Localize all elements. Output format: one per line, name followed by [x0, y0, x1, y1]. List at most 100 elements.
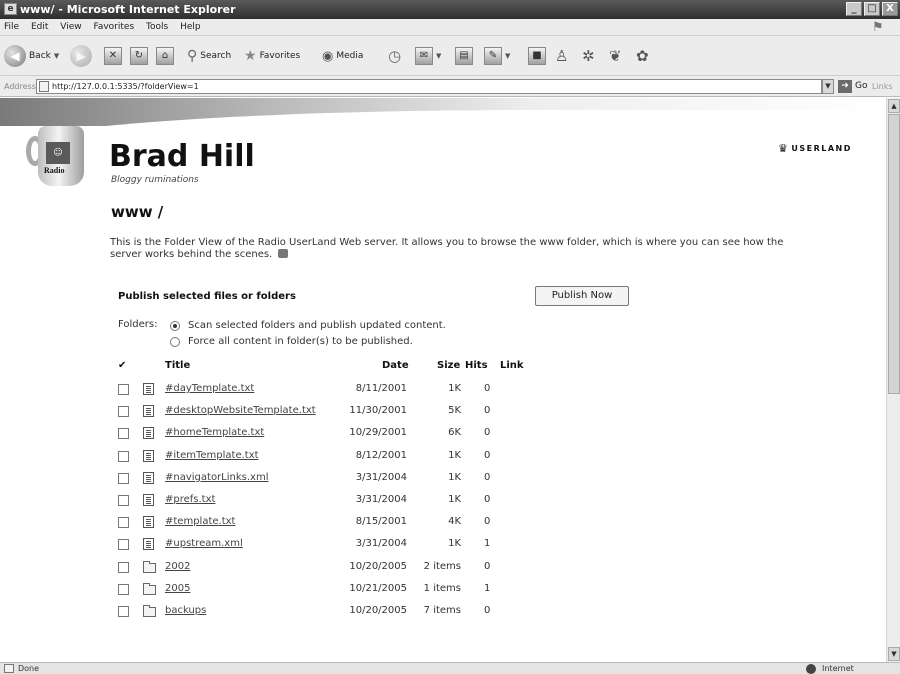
- back-button[interactable]: ◀ Back ▼: [4, 44, 59, 68]
- addon-button[interactable]: ❦: [609, 44, 622, 68]
- maximize-button[interactable]: □: [864, 2, 880, 16]
- row-hits: 0: [484, 383, 491, 394]
- row-date: 3/31/2004: [355, 494, 407, 505]
- home-button[interactable]: ⌂: [156, 44, 174, 68]
- row-title-link[interactable]: #prefs.txt: [165, 494, 215, 505]
- row-date: 10/21/2005: [349, 582, 407, 594]
- window-title: www/ - Microsoft Internet Explorer: [20, 3, 236, 16]
- row-hits: 1: [484, 538, 491, 550]
- row-size: 1K: [448, 449, 461, 461]
- site-title[interactable]: Brad Hill: [109, 139, 255, 174]
- research-button[interactable]: ✲: [582, 44, 595, 68]
- row-title-link[interactable]: 2005: [165, 583, 190, 594]
- address-input[interactable]: http://127.0.0.1:5335/?folderView=1: [36, 79, 822, 94]
- publish-now-button[interactable]: Publish Now: [535, 286, 629, 306]
- address-dropdown-chevron-icon[interactable]: ▼: [822, 79, 834, 94]
- print-button[interactable]: ▤: [455, 44, 473, 68]
- row-checkbox[interactable]: [118, 384, 129, 395]
- menu-edit[interactable]: Edit: [31, 22, 48, 32]
- row-size: 4K: [448, 516, 461, 528]
- row-title-link[interactable]: #upstream.xml: [165, 538, 243, 549]
- row-checkbox[interactable]: [118, 517, 129, 529]
- row-title-link[interactable]: #itemTemplate.txt: [165, 450, 259, 461]
- radio-force[interactable]: [170, 336, 180, 347]
- close-button[interactable]: X: [882, 2, 898, 16]
- history-button[interactable]: ◷: [388, 44, 401, 68]
- page-icon: [39, 81, 49, 92]
- row-checkbox[interactable]: [118, 428, 129, 440]
- row-checkbox[interactable]: [118, 450, 129, 462]
- row-date: 3/31/2004: [355, 538, 407, 550]
- discuss-button[interactable]: ■: [528, 44, 546, 68]
- row-title-link[interactable]: backups: [165, 605, 206, 616]
- row-hits: 0: [484, 471, 491, 483]
- standard-toolbar: ◀ Back ▼ ▶ ✕ ↻ ⌂ ⚲ Search ★ Favorites ◉ …: [0, 36, 900, 76]
- address-bar: Address http://127.0.0.1:5335/?folderVie…: [0, 76, 900, 97]
- radio-scan-option[interactable]: Scan selected folders and publish update…: [170, 320, 446, 331]
- zone-text: Internet: [822, 664, 854, 673]
- row-hits: 0: [484, 516, 491, 528]
- header-check-icon: ✔: [118, 360, 127, 371]
- links-label[interactable]: Links: [872, 76, 893, 97]
- menu-file[interactable]: File: [4, 22, 19, 32]
- search-label: Search: [200, 51, 232, 61]
- row-checkbox[interactable]: [118, 561, 129, 573]
- favorites-button[interactable]: ★ Favorites: [244, 44, 300, 68]
- table-row: #homeTemplate.txt 10/29/2001 6K 0: [0, 424, 886, 446]
- intro-paragraph: This is the Folder View of the Radio Use…: [110, 237, 810, 261]
- mail-icon: ✉: [415, 47, 433, 65]
- row-date: 10/20/2005: [349, 605, 407, 616]
- table-row: #dayTemplate.txt 8/11/2001 1K 0: [0, 380, 886, 402]
- menu-favorites[interactable]: Favorites: [93, 22, 134, 32]
- header-date: Date: [382, 360, 409, 371]
- help-icon[interactable]: [278, 249, 289, 258]
- window-titlebar: e www/ - Microsoft Internet Explorer _ □…: [0, 0, 900, 19]
- table-row: #template.txt 8/15/2001 4K 0: [0, 513, 886, 535]
- document-icon: [143, 383, 154, 395]
- row-checkbox[interactable]: [118, 539, 129, 551]
- refresh-button[interactable]: ↻: [130, 44, 148, 68]
- row-hits: 0: [484, 560, 491, 572]
- scroll-down-icon[interactable]: ▼: [888, 647, 900, 661]
- stop-button[interactable]: ✕: [104, 44, 122, 68]
- row-title-link[interactable]: 2002: [165, 561, 190, 572]
- row-title-link[interactable]: #desktopWebsiteTemplate.txt: [165, 405, 316, 416]
- header-size: Size: [437, 360, 461, 371]
- minimize-button[interactable]: _: [846, 2, 862, 16]
- header-hits: Hits: [465, 360, 488, 371]
- radio-scan-label: Scan selected folders and publish update…: [188, 320, 446, 331]
- row-date: 3/31/2004: [355, 471, 407, 483]
- table-row: 2002 10/20/2005 2 items 0: [0, 558, 886, 580]
- row-title-link[interactable]: #navigatorLinks.xml: [165, 472, 268, 483]
- media-button[interactable]: ◉ Media: [322, 44, 363, 68]
- row-title-link[interactable]: #homeTemplate.txt: [165, 427, 264, 438]
- row-checkbox[interactable]: [118, 495, 129, 506]
- messenger-button[interactable]: ♙: [555, 44, 568, 68]
- row-checkbox[interactable]: [118, 606, 129, 617]
- scroll-thumb[interactable]: [888, 114, 900, 394]
- radio-force-option[interactable]: Force all content in folder(s) to be pub…: [170, 336, 413, 347]
- media-icon: ◉: [322, 48, 334, 64]
- vertical-scrollbar[interactable]: ▲ ▼: [886, 98, 900, 662]
- media-label: Media: [336, 51, 364, 61]
- row-size: 7 items: [423, 605, 461, 616]
- addon2-button[interactable]: ✿: [636, 44, 649, 68]
- header-title: Title: [165, 360, 191, 371]
- userland-logo[interactable]: ♛ USERLAND: [778, 142, 852, 155]
- row-title-link[interactable]: #dayTemplate.txt: [165, 383, 254, 394]
- row-checkbox[interactable]: [118, 472, 129, 484]
- mail-button[interactable]: ✉ ▼: [415, 44, 441, 68]
- go-button[interactable]: ➜ Go: [838, 79, 867, 94]
- scroll-up-icon[interactable]: ▲: [888, 99, 900, 113]
- menu-help[interactable]: Help: [180, 22, 201, 32]
- row-checkbox[interactable]: [118, 583, 129, 595]
- radio-scan[interactable]: [170, 320, 180, 331]
- row-checkbox[interactable]: [118, 406, 129, 418]
- forward-button[interactable]: ▶: [70, 44, 92, 68]
- search-button[interactable]: ⚲ Search: [187, 44, 231, 68]
- row-title-link[interactable]: #template.txt: [165, 516, 235, 527]
- menu-view[interactable]: View: [60, 22, 81, 32]
- discuss-icon: ■: [528, 47, 546, 65]
- menu-tools[interactable]: Tools: [146, 22, 168, 32]
- edit-button[interactable]: ✎ ▼: [484, 44, 510, 68]
